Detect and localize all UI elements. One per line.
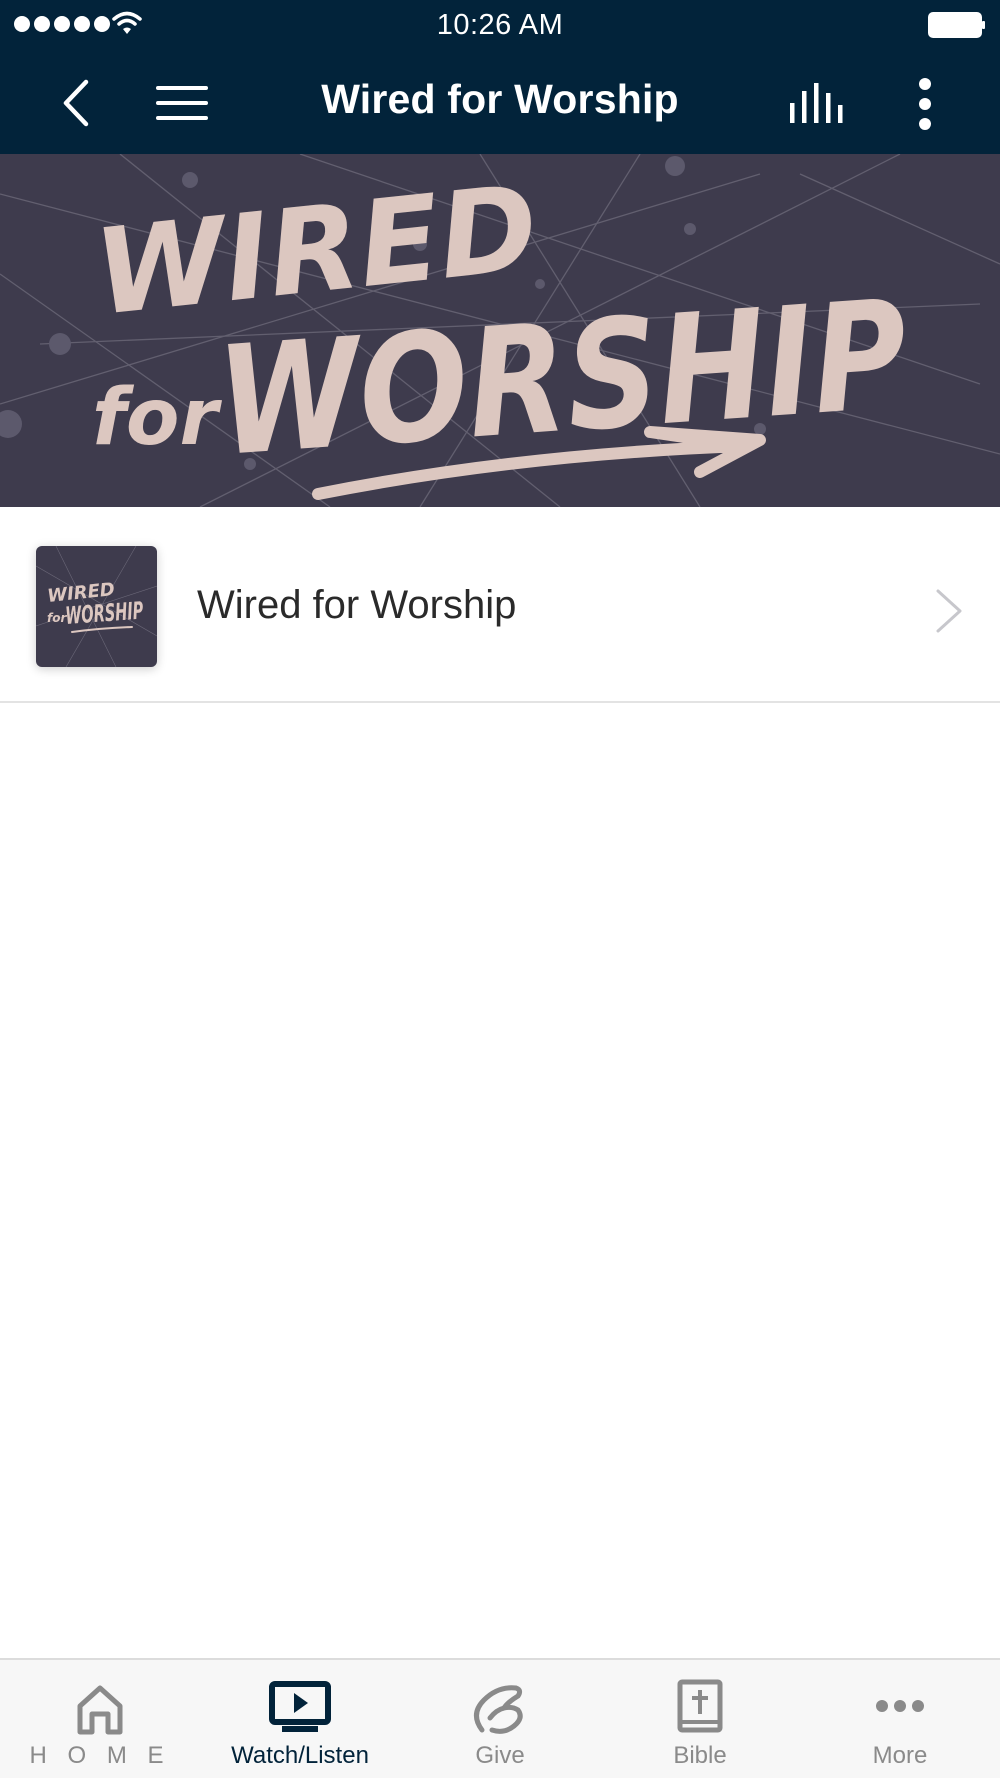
tab-bar: H O M E Watch/Listen Give Bible More [0,1658,1000,1778]
more-options-button[interactable] [900,74,950,134]
nav-bar: Wired for Worship [0,52,1000,152]
list-item-label: Wired for Worship [197,583,517,627]
tab-home-label: H O M E [29,1742,171,1769]
hamburger-menu-icon [156,86,208,120]
tab-watch-listen-label: Watch/Listen [231,1742,369,1769]
tab-bible[interactable]: Bible [600,1660,800,1778]
vertical-dots-icon [919,78,931,130]
more-dots-icon [876,1700,924,1712]
list-item[interactable]: WIRED for WORSHIP Wired for Worship [0,507,1000,703]
banner-word-for: for [92,373,223,463]
battery-icon [928,12,985,38]
top-bar: 10:26 AM Wired for Worship [0,0,1000,154]
banner-artwork: WIRED for WORSHIP [0,154,1000,507]
audio-player-button[interactable] [786,78,848,128]
back-button[interactable] [50,76,100,130]
home-icon [77,1685,123,1735]
tab-give-label: Give [475,1742,525,1769]
status-time: 10:26 AM [436,9,564,41]
tab-give[interactable]: Give [400,1660,600,1778]
tab-more[interactable]: More [800,1660,1000,1778]
audio-bars-icon [790,83,843,123]
give-icon [474,1685,523,1734]
tab-home[interactable]: H O M E [0,1660,200,1778]
tab-watch-listen[interactable]: Watch/Listen [200,1660,400,1778]
back-chevron-icon [63,79,89,127]
chevron-right-icon [936,589,962,633]
play-screen-icon [269,1681,331,1732]
tab-bible-label: Bible [673,1742,727,1769]
menu-button[interactable] [150,78,214,128]
svg-text:WORSHIP: WORSHIP [64,597,144,630]
bible-icon [677,1679,723,1733]
thumbnail-artwork: WIRED for WORSHIP [36,546,157,667]
series-banner: WIRED for WORSHIP [0,154,1000,507]
status-bar: 10:26 AM [0,0,1000,50]
tab-more-label: More [872,1742,928,1769]
series-thumbnail: WIRED for WORSHIP [36,546,157,667]
